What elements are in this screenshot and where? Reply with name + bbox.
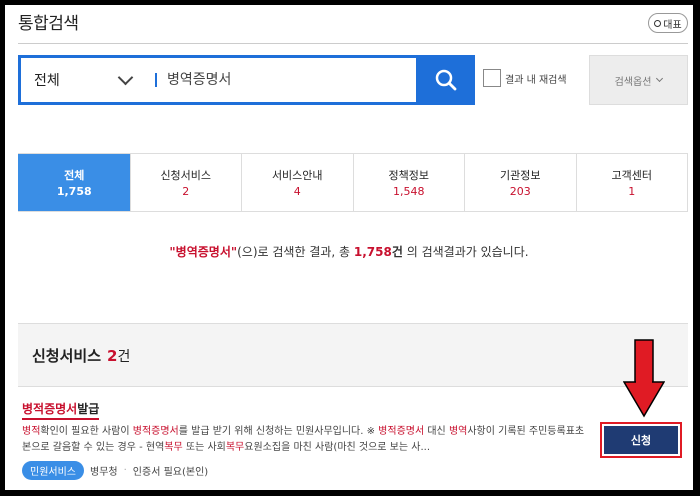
- tab-service-guide[interactable]: 서비스안내 4: [241, 154, 353, 211]
- search-bar: 전체 병역증명서: [18, 55, 475, 105]
- section-title: 신청서비스 2건: [32, 345, 130, 366]
- tab-label: 고객센터: [611, 169, 652, 182]
- tab-label: 신청서비스: [160, 169, 212, 182]
- agency-label: 병무청: [90, 467, 118, 478]
- desc-segment: 대신: [424, 426, 449, 437]
- section-count-unit: 건: [117, 349, 131, 365]
- result-title-highlight: 병적증명서: [22, 402, 78, 416]
- tab-label: 정책정보: [388, 169, 429, 182]
- search-input[interactable]: 병역증명서: [167, 58, 231, 102]
- result-title-link[interactable]: 병적증명서발급: [22, 400, 100, 420]
- tab-label: 전체: [64, 169, 85, 182]
- tab-policy-info[interactable]: 정책정보 1,548: [352, 154, 464, 211]
- search-options-label: 검색옵션: [614, 76, 652, 88]
- section-count: 2: [107, 347, 118, 365]
- category-tabs: 전체 1,758 신청서비스 2 서비스안내 4 정책정보 1,548 기관정보…: [18, 153, 688, 212]
- result-description: 병적확인이 필요한 사람이 병적증명서를 발급 받기 위해 신청하는 민원사무입…: [22, 424, 590, 456]
- tab-agency-info[interactable]: 기관정보 203: [464, 154, 576, 211]
- scope-select[interactable]: 전체: [21, 58, 145, 102]
- desc-segment: 병적증명서: [378, 426, 425, 437]
- apply-button-highlight: 신청: [600, 422, 682, 458]
- desc-segment: 병역: [448, 426, 468, 437]
- desc-segment: 복무: [164, 442, 183, 453]
- section-header: 신청서비스 2건: [18, 323, 688, 387]
- tab-count: 4: [293, 185, 301, 198]
- result-meta: 민원서비스 병무청 · 인증서 필요(본인): [22, 461, 208, 480]
- desc-segment: 요원소집을 마친 사람(마친 것으로 보는 사...: [244, 442, 430, 453]
- summary-text: (으)로 검색한 결과, 총: [237, 245, 354, 259]
- search-options-button[interactable]: 검색옵션: [589, 55, 688, 105]
- chevron-down-icon: [117, 69, 134, 86]
- page-title: 통합검색: [18, 14, 79, 34]
- cert-requirement: 인증서 필요(본인): [132, 467, 209, 478]
- category-badge: 민원서비스: [22, 461, 84, 480]
- summary-total: 1,758: [353, 245, 392, 259]
- search-button[interactable]: [416, 55, 475, 105]
- summary-text-end: 의 검색결과가 있습니다.: [402, 245, 529, 259]
- research-checkbox[interactable]: [483, 69, 501, 87]
- tab-label: 기관정보: [500, 169, 541, 182]
- tab-application-service[interactable]: 신청서비스 2: [129, 154, 241, 211]
- result-title-rest: 발급: [77, 402, 100, 416]
- summary-unit: 건: [391, 245, 403, 259]
- chevron-down-icon: [656, 74, 664, 83]
- tab-label: 서비스안내: [271, 169, 323, 182]
- tab-count: 1,758: [56, 185, 92, 198]
- apply-button[interactable]: 신청: [604, 426, 678, 454]
- research-within-results[interactable]: 결과 내 재검색: [483, 69, 567, 87]
- tab-count: 203: [509, 185, 531, 198]
- desc-segment: 복무: [225, 442, 245, 453]
- tab-customer-center[interactable]: 고객센터 1: [575, 154, 687, 211]
- representative-label: 대표: [663, 19, 682, 31]
- desc-segment: 또는 사회: [182, 442, 226, 453]
- desc-segment: 병적증명서: [132, 426, 179, 437]
- divider: [18, 43, 688, 44]
- desc-segment: 병적: [22, 426, 41, 437]
- summary-keyword: "병역증명서": [169, 245, 238, 259]
- meta-separator: ·: [123, 465, 127, 476]
- tab-all[interactable]: 전체 1,758: [18, 154, 130, 211]
- tab-count: 2: [182, 185, 190, 198]
- page: 통합검색 대표 전체 병역증명서 결과 내 재검색 검색옵션 전체 1,758: [5, 5, 693, 490]
- desc-segment: 확인이 필요한 사람이: [40, 426, 133, 437]
- result-summary: "병역증명서"(으)로 검색한 결과, 총 1,758건 의 검색결과가 있습니…: [5, 243, 693, 260]
- tab-count: 1: [628, 185, 636, 198]
- tab-count: 1,548: [393, 185, 425, 198]
- scope-select-value: 전체: [34, 73, 60, 89]
- section-title-label: 신청서비스: [32, 347, 102, 365]
- search-icon: [435, 69, 456, 91]
- representative-button[interactable]: 대표: [648, 13, 688, 33]
- desc-segment: 를 발급 받기 위해 신청하는 민원사무입니다. ※: [178, 426, 379, 437]
- research-checkbox-label: 결과 내 재검색: [505, 74, 567, 86]
- circle-icon: [654, 19, 662, 27]
- red-arrow-annotation: [623, 339, 665, 418]
- text-cursor: [155, 73, 157, 87]
